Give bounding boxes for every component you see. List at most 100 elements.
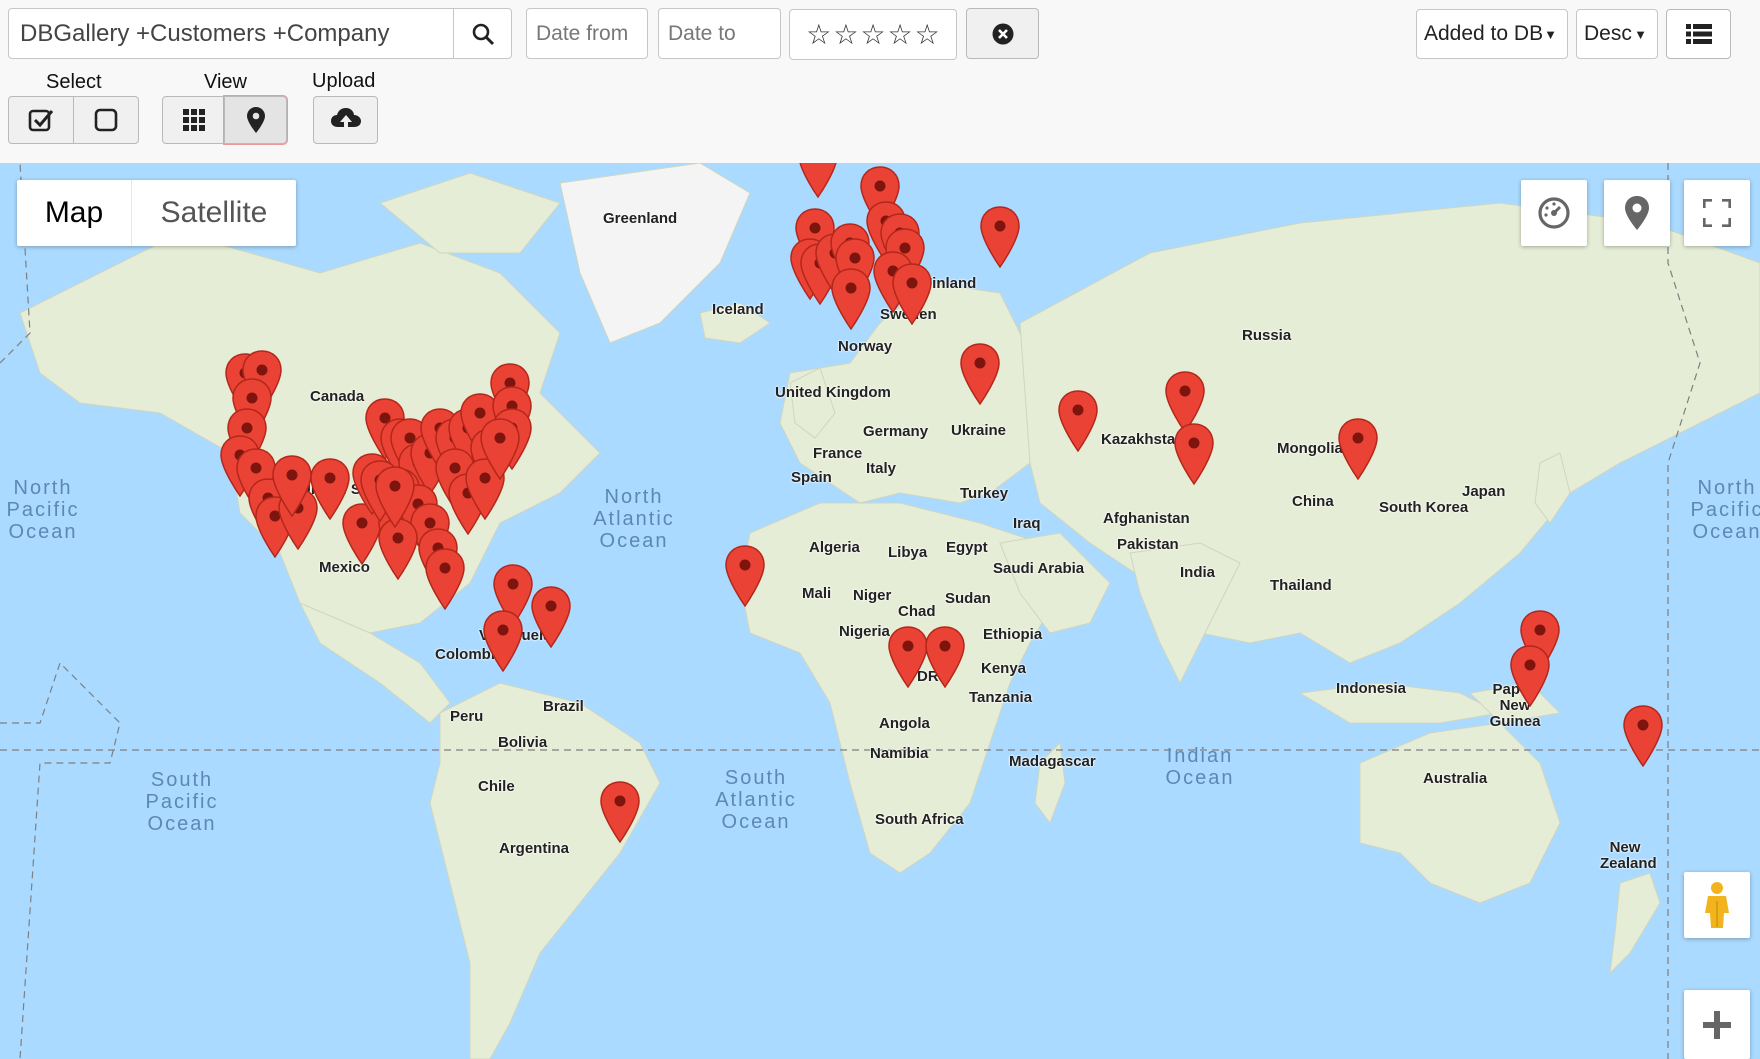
map-marker-icon[interactable] [1622,705,1664,768]
place-label: New Zealand [1600,839,1657,872]
place-label: Norway [838,338,893,355]
place-label: Japan [1462,483,1506,500]
place-label: Libya [888,544,928,561]
place-label: Mali [802,585,832,602]
place-label: Iraq [1013,515,1041,532]
map-marker-icon[interactable] [424,548,466,611]
street-view-pegman[interactable] [1684,872,1750,938]
cloud-upload-icon [330,108,361,132]
pegman-icon [1705,882,1729,928]
map-marker-icon[interactable] [599,781,641,844]
map-type-map-button[interactable]: Map [17,180,132,246]
place-label: Greenland [603,210,678,227]
map-marker-icon[interactable] [1173,423,1215,486]
checkbox-empty-icon [94,108,118,132]
sort-field-select[interactable]: Added to DB ▼ [1416,9,1568,59]
upload-button[interactable] [313,96,378,144]
ocean-label: North Pacific Ocean [1690,477,1760,543]
star-icon[interactable]: ☆ [806,18,831,51]
map-marker-icon[interactable] [887,626,929,689]
place-label: Germany [863,423,929,440]
grid-icon [182,109,205,131]
place-label: Saudi Arabia [993,560,1085,577]
map-marker-icon[interactable] [479,418,521,481]
ocean-label: North Pacific Ocean [6,477,80,543]
map-marker-icon[interactable] [724,545,766,608]
place-label: Egypt [946,539,988,556]
upload-label: Upload [312,70,376,92]
place-label: Namibia [870,745,929,762]
map-marker-icon[interactable] [959,343,1001,406]
rating-filter[interactable]: ☆ ☆ ☆ ☆ ☆ [789,9,957,60]
place-label: United Kingdom [775,384,891,401]
fullscreen-button[interactable] [1684,180,1750,246]
map-canvas[interactable]: Greenland Iceland Finland Sweden Norway … [0,163,1760,1059]
search-input[interactable]: DBGallery +Customers +Company [8,8,454,59]
place-label: Indonesia [1336,680,1407,697]
place-label: Spain [791,469,832,486]
place-label: Afghanistan [1103,510,1190,527]
map-marker-icon[interactable] [482,610,524,673]
place-label: Ukraine [951,422,1007,439]
select-label: Select [46,71,102,93]
place-label: France [813,445,863,462]
close-circle-icon [992,23,1013,44]
map-marker-icon[interactable] [1337,418,1379,481]
place-label: South Korea [1379,499,1469,516]
search-icon [472,23,494,45]
ocean-label: North Atlantic Ocean [593,486,675,552]
map-type-satellite-button[interactable]: Satellite [132,180,296,246]
map-type-control: Map Satellite [17,180,296,246]
speedometer-button[interactable] [1521,180,1587,246]
clear-filters-button[interactable] [966,8,1039,59]
list-view-button[interactable] [1666,9,1731,59]
place-label: Turkey [960,485,1009,502]
map-marker-icon[interactable] [1509,645,1551,708]
map-marker-icon[interactable] [924,626,966,689]
grid-view-button[interactable] [162,96,225,144]
star-icon[interactable]: ☆ [888,18,913,51]
select-none-button[interactable] [73,96,139,144]
place-label: South Africa [875,811,964,828]
map-pin-icon [246,107,265,133]
place-label: Chad [898,603,936,620]
map-marker-icon[interactable] [891,263,933,326]
select-all-button[interactable] [8,96,74,144]
star-icon[interactable]: ☆ [833,18,858,51]
place-label: Peru [450,708,484,725]
map-marker-icon[interactable] [1057,390,1099,453]
date-from-input[interactable]: Date from [526,8,648,59]
place-label: Algeria [809,539,860,556]
location-button[interactable] [1604,180,1670,246]
star-icon[interactable]: ☆ [915,18,940,51]
place-label: Madagascar [1009,753,1096,770]
place-label: Pakistan [1117,536,1179,553]
zoom-in-button[interactable] [1684,990,1750,1059]
place-label: Angola [879,715,930,732]
place-label: Italy [866,460,897,477]
map-marker-icon[interactable] [374,466,416,529]
map-marker-icon[interactable] [979,206,1021,269]
map-marker-icon[interactable] [530,586,572,649]
map-marker-icon[interactable] [271,455,313,518]
search-button[interactable] [453,8,512,59]
place-label: Thailand [1270,577,1332,594]
place-label: Ethiopia [983,626,1043,643]
map-view-button[interactable] [224,96,287,144]
place-label: Sudan [945,590,991,607]
place-label: Nigeria [839,623,890,640]
place-label: Chile [478,778,515,795]
map-marker-icon[interactable] [830,268,872,331]
ocean-label: South Pacific Ocean [145,769,219,835]
sort-order-select[interactable]: Desc ▼ [1576,9,1658,59]
toolbar: DBGallery +Customers +Company Date from … [0,0,1760,163]
date-to-input[interactable]: Date to [658,8,781,59]
view-label: View [204,71,247,93]
star-icon[interactable]: ☆ [860,18,885,51]
ocean-label: South Atlantic Ocean [715,767,797,833]
place-label: Australia [1423,770,1488,787]
place-label: Russia [1242,327,1292,344]
map-pin-icon [1625,196,1649,230]
checkbox-checked-icon [28,109,54,132]
map-marker-icon[interactable] [797,163,839,199]
